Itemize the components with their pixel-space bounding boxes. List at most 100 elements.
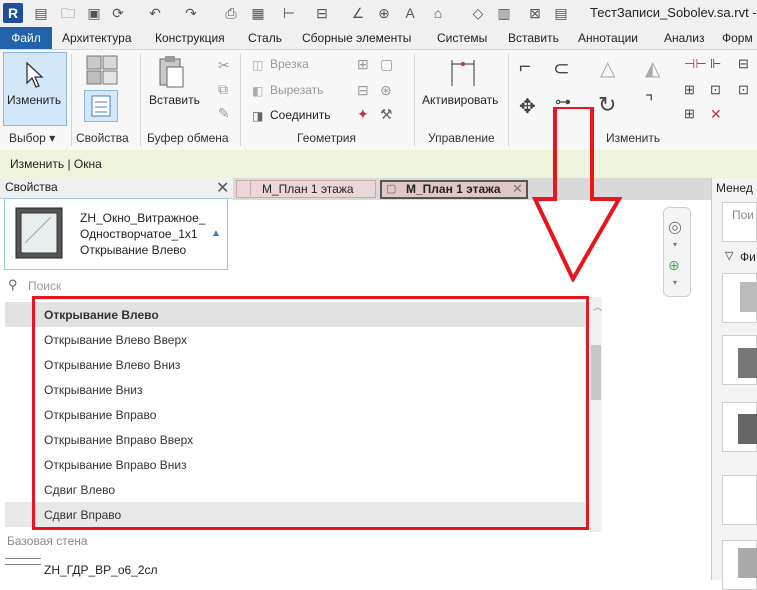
copy-icon[interactable]: ⧉ <box>218 81 228 98</box>
tag-icon[interactable]: ⊕ <box>376 5 392 21</box>
revit-logo[interactable]: R <box>3 3 23 23</box>
wall-type-icon <box>5 558 41 565</box>
nav-dropdown-icon[interactable]: ▾ <box>673 240 677 249</box>
uncut-geometry-icon[interactable]: ◧ <box>252 84 263 98</box>
type-selector-arrow-icon[interactable]: ▲ <box>211 228 221 239</box>
tab-file[interactable]: Файл <box>0 27 52 49</box>
window-preview-icon <box>738 348 757 378</box>
activate-label[interactable]: Активировать <box>422 93 498 107</box>
tab-structure[interactable]: Конструкция <box>155 31 225 45</box>
trim-icon[interactable]: ⌝ <box>645 92 653 113</box>
search-input[interactable]: Поиск <box>28 279 61 293</box>
wall-opening-icon[interactable]: ✦ <box>357 106 369 123</box>
tab-precast[interactable]: Сборные элементы <box>302 31 411 45</box>
split-icon[interactable]: ⊣⊢ <box>684 56 707 72</box>
split-gap-icon[interactable]: ⊩ <box>710 56 721 72</box>
type-name-line3: Открывание Влево <box>80 243 187 257</box>
filter-chevron-icon[interactable]: ▽ <box>725 249 733 262</box>
type-name-line2: Одностворчатое_1х1 <box>80 227 198 241</box>
paste-label[interactable]: Вставить <box>149 93 200 107</box>
delete-icon[interactable]: ✕ <box>710 106 722 123</box>
redo-icon[interactable]: ↷ <box>183 5 199 21</box>
group-select[interactable]: Выбор ▾ <box>9 131 55 145</box>
unpin-icon[interactable]: ⊟ <box>738 56 749 72</box>
filter-label: Фи <box>740 250 756 264</box>
align-icon[interactable]: ⌐ <box>519 56 531 79</box>
split-face-icon[interactable]: ▢ <box>380 56 393 73</box>
tab-steel[interactable]: Сталь <box>248 31 282 45</box>
tab-massing[interactable]: Форм <box>722 31 753 45</box>
type-search-box[interactable] <box>5 276 600 298</box>
cut-scissors-icon[interactable]: ✂ <box>218 57 230 74</box>
group-geometry: Геометрия <box>297 131 356 145</box>
tab-architecture[interactable]: Архитектура <box>62 31 132 45</box>
modify-button[interactable] <box>3 52 67 126</box>
measure-icon[interactable]: ⊢ <box>281 5 297 21</box>
array-icon[interactable]: ⊞ <box>684 82 695 98</box>
thin-lines-icon[interactable]: ▦ <box>250 5 266 21</box>
tab-systems[interactable]: Системы <box>437 31 487 45</box>
group-control: Управление <box>428 131 495 145</box>
base-wall-value[interactable]: ZH_ГДР_ВР_о6_2сл <box>44 563 158 577</box>
open-icon[interactable]: 🗀 <box>60 5 76 21</box>
text-icon[interactable]: A <box>402 5 418 21</box>
type-name-line1: ZH_Окно_Витражное_ <box>80 211 206 225</box>
cut-geometry-icon[interactable]: ◫ <box>252 58 263 72</box>
mirror-draw-icon[interactable]: ◭ <box>645 56 660 81</box>
section-icon[interactable]: ◇ <box>470 5 486 21</box>
type-properties-icon[interactable] <box>83 54 123 86</box>
tab-insert[interactable]: Вставить <box>508 31 559 45</box>
switch-windows-icon[interactable]: ▥ <box>496 5 512 21</box>
scale-icon[interactable]: ⊡ <box>710 82 721 98</box>
paint-icon[interactable]: ⊛ <box>380 82 392 99</box>
search-icon: ⚲ <box>8 277 18 292</box>
tab-view-plan-1-label: М_План 1 этажа <box>262 182 354 196</box>
pin-icon[interactable]: ⊞ <box>684 106 695 122</box>
offset-icon[interactable]: ⊂ <box>553 56 570 81</box>
more-icon[interactable]: ⊡ <box>738 82 749 98</box>
steering-wheel-icon[interactable]: ◎ <box>668 217 682 237</box>
close-hidden-icon[interactable]: ⊠ <box>527 5 543 21</box>
match-type-icon[interactable]: ✎ <box>218 105 230 122</box>
print-icon[interactable]: ⎙ <box>223 5 239 21</box>
plan-view-icon <box>240 180 251 196</box>
demolish-icon[interactable]: ⊟ <box>357 82 369 99</box>
modify-label: Изменить <box>7 93 62 107</box>
angle-icon[interactable]: ∠ <box>350 5 366 21</box>
cut-geometry-label[interactable]: Врезка <box>270 57 309 71</box>
tab-annotate[interactable]: Аннотации <box>578 31 638 45</box>
tab-analyze[interactable]: Анализ <box>664 31 705 45</box>
join-geometry-icon[interactable]: ◨ <box>252 109 263 123</box>
home-3d-icon[interactable]: ⌂ <box>430 5 446 21</box>
highlight-box <box>32 296 589 530</box>
save-icon[interactable]: ▣ <box>86 5 102 21</box>
dropdown-scroll-thumb[interactable] <box>591 345 601 400</box>
red-arrow-icon <box>531 107 623 282</box>
sync-icon[interactable]: ⟳ <box>110 5 126 21</box>
window-preview-icon <box>9 203 69 263</box>
plan-view-icon: ▢ <box>386 183 397 195</box>
uncut-geometry-label[interactable]: Вырезать <box>270 83 323 97</box>
scroll-up-icon[interactable]: ︿ <box>593 300 602 313</box>
zoom-dropdown-icon[interactable]: ▾ <box>673 278 677 287</box>
tab-view-plan-2-label: М_План 1 этажа <box>406 182 501 196</box>
close-icon[interactable]: ✕ <box>216 178 229 198</box>
close-tab-icon[interactable]: ✕ <box>512 181 523 197</box>
mirror-axis-icon[interactable]: △ <box>600 56 615 81</box>
dimension-icon[interactable]: ⊟ <box>314 5 330 21</box>
zoom-icon[interactable]: ⊕ <box>668 257 680 274</box>
activate-dimensions-icon[interactable] <box>448 56 478 90</box>
dropdown-scrollbar[interactable] <box>590 297 602 532</box>
browser-search-input[interactable]: Пои <box>732 208 754 222</box>
tile-icon[interactable]: ▤ <box>553 5 569 21</box>
properties-icon[interactable]: ▤ <box>33 5 49 21</box>
join-geometry-label[interactable]: Соединить <box>270 108 331 122</box>
family-thumbnail[interactable] <box>722 475 757 525</box>
paste-icon[interactable] <box>157 54 187 90</box>
base-wall-label: Базовая стена <box>7 534 88 548</box>
wall-joins-icon[interactable]: ⊞ <box>357 56 369 73</box>
panel-preview-icon <box>738 548 757 578</box>
properties-button[interactable] <box>84 90 118 122</box>
hammer-icon[interactable]: ⚒ <box>380 106 393 123</box>
undo-icon[interactable]: ↶ <box>147 5 163 21</box>
